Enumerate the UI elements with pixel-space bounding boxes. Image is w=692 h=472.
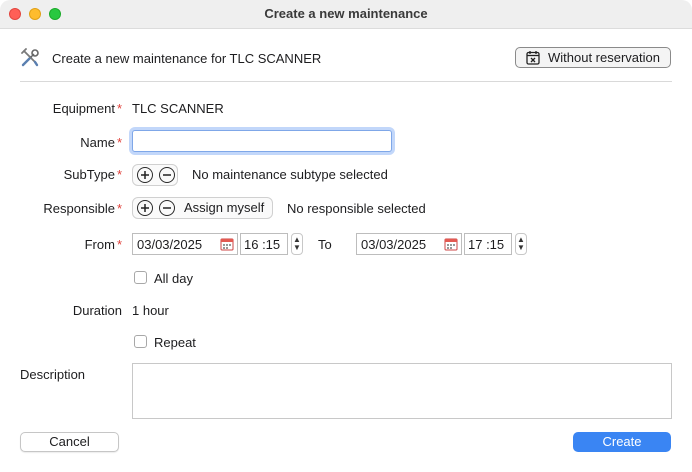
assign-myself-button[interactable]: Assign myself bbox=[184, 200, 264, 215]
tools-icon bbox=[21, 48, 39, 67]
chevron-down-icon[interactable]: ▼ bbox=[293, 244, 301, 252]
without-reservation-label: Without reservation bbox=[548, 50, 660, 65]
from-label: From bbox=[84, 237, 115, 252]
name-label: Name bbox=[80, 135, 115, 150]
subtype-status: No maintenance subtype selected bbox=[192, 167, 388, 182]
dialog-window: Create a new maintenance Create a new ma… bbox=[0, 0, 692, 472]
required-marker: * bbox=[116, 101, 122, 116]
without-reservation-button[interactable]: Without reservation bbox=[515, 47, 671, 68]
window-title: Create a new maintenance bbox=[264, 6, 428, 21]
repeat-checkbox[interactable] bbox=[134, 335, 147, 348]
all-day-checkbox[interactable] bbox=[134, 271, 147, 284]
plus-icon bbox=[141, 171, 149, 179]
to-time-value: 17 :15 bbox=[468, 236, 505, 252]
chevron-down-icon[interactable]: ▼ bbox=[517, 244, 525, 252]
equipment-value: TLC SCANNER bbox=[132, 101, 224, 116]
from-time-field[interactable]: 16 :15 bbox=[240, 233, 288, 255]
to-time-stepper[interactable]: ▲ ▼ bbox=[515, 233, 527, 255]
duration-value: 1 hour bbox=[132, 303, 169, 318]
remove-subtype-button[interactable] bbox=[159, 167, 175, 183]
header-separator bbox=[20, 81, 672, 82]
add-responsible-button[interactable] bbox=[137, 200, 153, 216]
equipment-label: Equipment bbox=[52, 101, 115, 116]
description-textarea[interactable] bbox=[132, 363, 672, 419]
plus-icon bbox=[141, 204, 149, 212]
duration-label: Duration bbox=[72, 303, 122, 318]
minus-icon bbox=[163, 207, 171, 209]
to-label: To bbox=[318, 237, 332, 252]
calendar-icon[interactable] bbox=[220, 237, 234, 251]
required-marker: * bbox=[116, 135, 122, 150]
minus-icon bbox=[163, 174, 171, 176]
description-label: Description bbox=[20, 367, 86, 382]
required-marker: * bbox=[116, 201, 122, 216]
responsible-label: Responsible bbox=[43, 201, 115, 216]
from-time-value: 16 :15 bbox=[244, 236, 281, 252]
header-title: Create a new maintenance for TLC SCANNER bbox=[52, 51, 322, 66]
required-marker: * bbox=[116, 237, 122, 252]
from-time-stepper[interactable]: ▲ ▼ bbox=[291, 233, 303, 255]
responsible-status: No responsible selected bbox=[287, 201, 426, 216]
calendar-x-icon bbox=[526, 51, 540, 65]
to-date-value: 03/03/2025 bbox=[361, 236, 427, 252]
title-bar: Create a new maintenance bbox=[0, 0, 692, 29]
subtype-label: SubType bbox=[63, 167, 115, 182]
remove-responsible-button[interactable] bbox=[159, 200, 175, 216]
add-subtype-button[interactable] bbox=[137, 167, 153, 183]
create-button[interactable]: Create bbox=[573, 432, 671, 452]
all-day-label: All day bbox=[154, 271, 194, 286]
repeat-label: Repeat bbox=[154, 335, 196, 350]
name-input[interactable] bbox=[132, 130, 392, 152]
to-date-field[interactable]: 03/03/2025 bbox=[356, 233, 462, 255]
to-time-field[interactable]: 17 :15 bbox=[464, 233, 512, 255]
calendar-icon[interactable] bbox=[444, 237, 458, 251]
from-date-value: 03/03/2025 bbox=[137, 236, 203, 252]
cancel-button[interactable]: Cancel bbox=[20, 432, 119, 452]
from-date-field[interactable]: 03/03/2025 bbox=[132, 233, 238, 255]
required-marker: * bbox=[116, 167, 122, 182]
